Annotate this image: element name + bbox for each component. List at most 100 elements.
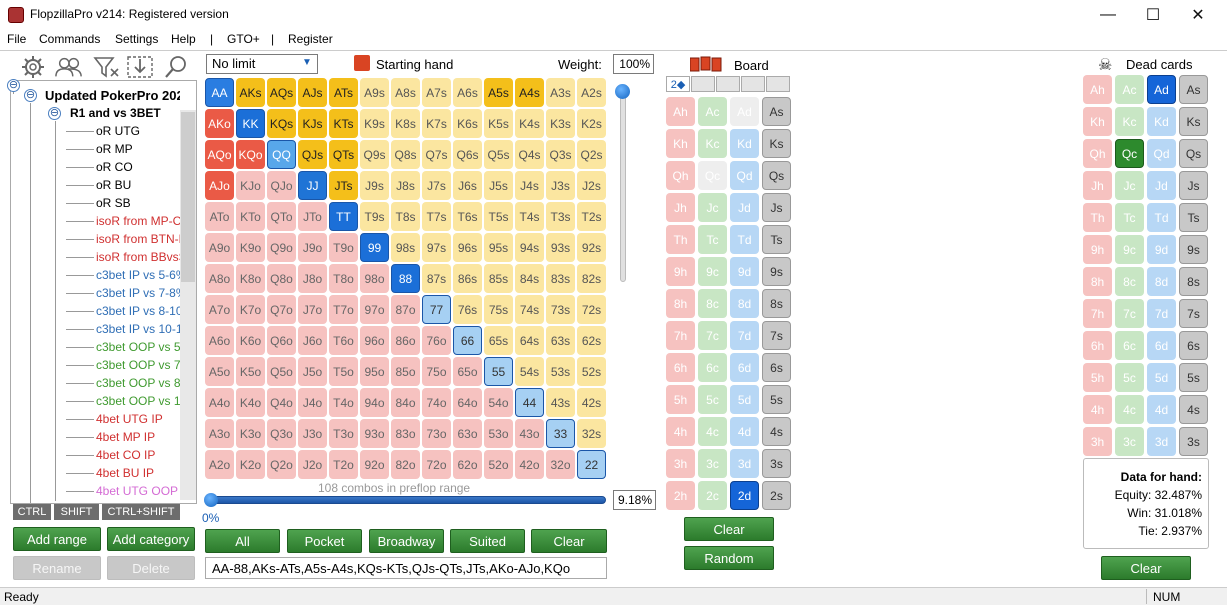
hand-cell-A7o[interactable]: A7o — [205, 295, 234, 324]
hand-cell-85o[interactable]: 85o — [391, 357, 420, 386]
clear-dead-button[interactable]: Clear — [1101, 556, 1191, 580]
hand-cell-T4s[interactable]: T4s — [515, 202, 544, 231]
dead-card-4h[interactable]: 4h — [1083, 395, 1112, 424]
board-card-As[interactable]: As — [762, 97, 791, 126]
board-card-2s[interactable]: 2s — [762, 481, 791, 510]
hand-cell-Q2s[interactable]: Q2s — [577, 140, 606, 169]
dead-card-8s[interactable]: 8s — [1179, 267, 1208, 296]
menu-commands[interactable]: Commands — [39, 32, 100, 46]
hand-cell-J7o[interactable]: J7o — [298, 295, 327, 324]
hand-cell-63o[interactable]: 63o — [453, 419, 482, 448]
maximize-button[interactable]: ☐ — [1130, 0, 1176, 30]
hand-cell-K4s[interactable]: K4s — [515, 109, 544, 138]
tree-item[interactable]: 4bet UTG IP — [96, 412, 180, 426]
board-card-Ts[interactable]: Ts — [762, 225, 791, 254]
hand-cell-T8o[interactable]: T8o — [329, 264, 358, 293]
board-card-Jd[interactable]: Jd — [730, 193, 759, 222]
dead-card-3s[interactable]: 3s — [1179, 427, 1208, 456]
dead-card-5h[interactable]: 5h — [1083, 363, 1112, 392]
hand-cell-J3o[interactable]: J3o — [298, 419, 327, 448]
hand-cell-QQ[interactable]: QQ — [267, 140, 296, 169]
tree-item[interactable]: c3bet OOP vs 5-6 — [96, 340, 180, 354]
tree-collapse-toggle[interactable]: ⊖ — [7, 79, 20, 92]
dead-card-9c[interactable]: 9c — [1115, 235, 1144, 264]
hand-cell-QTs[interactable]: QTs — [329, 140, 358, 169]
hand-cell-97s[interactable]: 97s — [422, 233, 451, 262]
suited-button[interactable]: Suited — [450, 529, 525, 553]
hand-cell-95s[interactable]: 95s — [484, 233, 513, 262]
hand-cell-A9s[interactable]: A9s — [360, 78, 389, 107]
dead-card-4s[interactable]: 4s — [1179, 395, 1208, 424]
users-icon[interactable] — [55, 54, 83, 80]
board-card-Jh[interactable]: Jh — [666, 193, 695, 222]
hand-cell-T5s[interactable]: T5s — [484, 202, 513, 231]
hand-cell-99[interactable]: 99 — [360, 233, 389, 262]
dead-card-Kd[interactable]: Kd — [1147, 107, 1176, 136]
hand-cell-88[interactable]: 88 — [391, 264, 420, 293]
hand-cell-75o[interactable]: 75o — [422, 357, 451, 386]
dead-card-Qh[interactable]: Qh — [1083, 139, 1112, 168]
hand-cell-54o[interactable]: 54o — [484, 388, 513, 417]
tree-item[interactable]: oR CO — [96, 160, 180, 174]
tree-item[interactable]: c3bet IP vs 8-10% — [96, 304, 180, 318]
board-card-7d[interactable]: 7d — [730, 321, 759, 350]
hand-cell-Q3s[interactable]: Q3s — [546, 140, 575, 169]
tree-item[interactable]: 4bet MP IP — [96, 430, 180, 444]
hand-cell-Q7s[interactable]: Q7s — [422, 140, 451, 169]
hand-cell-Q8o[interactable]: Q8o — [267, 264, 296, 293]
range-percent-slider[interactable] — [208, 496, 606, 504]
hand-cell-86o[interactable]: 86o — [391, 326, 420, 355]
hand-cell-AKs[interactable]: AKs — [236, 78, 265, 107]
tree-item[interactable]: c3bet IP vs 7-8% — [96, 286, 180, 300]
hand-cell-K9o[interactable]: K9o — [236, 233, 265, 262]
hand-cell-T9o[interactable]: T9o — [329, 233, 358, 262]
hand-cell-KQs[interactable]: KQs — [267, 109, 296, 138]
hand-cell-J9o[interactable]: J9o — [298, 233, 327, 262]
hand-cell-A8o[interactable]: A8o — [205, 264, 234, 293]
hand-cell-A6o[interactable]: A6o — [205, 326, 234, 355]
hand-cell-Q2o[interactable]: Q2o — [267, 450, 296, 479]
board-card-7c[interactable]: 7c — [698, 321, 727, 350]
hand-cell-86s[interactable]: 86s — [453, 264, 482, 293]
hand-cell-K9s[interactable]: K9s — [360, 109, 389, 138]
board-card-Qc[interactable]: Qc — [698, 161, 727, 190]
hand-cell-92o[interactable]: 92o — [360, 450, 389, 479]
tree-collapse-toggle[interactable]: ⊖ — [24, 89, 37, 102]
hand-cell-T7s[interactable]: T7s — [422, 202, 451, 231]
hand-cell-J4o[interactable]: J4o — [298, 388, 327, 417]
board-card-Ac[interactable]: Ac — [698, 97, 727, 126]
hand-cell-33[interactable]: 33 — [546, 419, 575, 448]
dead-card-5s[interactable]: 5s — [1179, 363, 1208, 392]
tree-root-node[interactable]: Updated PokerPro 2021 — [45, 88, 180, 103]
hand-cell-53o[interactable]: 53o — [484, 419, 513, 448]
hand-cell-83s[interactable]: 83s — [546, 264, 575, 293]
dead-card-6c[interactable]: 6c — [1115, 331, 1144, 360]
hand-cell-A2o[interactable]: A2o — [205, 450, 234, 479]
close-button[interactable]: ✕ — [1175, 0, 1221, 30]
hand-cell-T2o[interactable]: T2o — [329, 450, 358, 479]
hand-cell-52s[interactable]: 52s — [577, 357, 606, 386]
hand-cell-Q5o[interactable]: Q5o — [267, 357, 296, 386]
hand-cell-77[interactable]: 77 — [422, 295, 451, 324]
hand-cell-76o[interactable]: 76o — [422, 326, 451, 355]
hand-cell-94o[interactable]: 94o — [360, 388, 389, 417]
hand-cell-A3s[interactable]: A3s — [546, 78, 575, 107]
dead-card-7c[interactable]: 7c — [1115, 299, 1144, 328]
dead-card-Kh[interactable]: Kh — [1083, 107, 1112, 136]
board-card-6c[interactable]: 6c — [698, 353, 727, 382]
board-card-Tc[interactable]: Tc — [698, 225, 727, 254]
range-percent-input[interactable]: 9.18% — [613, 490, 656, 510]
hand-cell-J2o[interactable]: J2o — [298, 450, 327, 479]
board-card-9s[interactable]: 9s — [762, 257, 791, 286]
dead-card-3h[interactable]: 3h — [1083, 427, 1112, 456]
tree-item[interactable]: oR UTG — [96, 124, 180, 138]
board-card-Th[interactable]: Th — [666, 225, 695, 254]
hand-cell-AKo[interactable]: AKo — [205, 109, 234, 138]
hand-cell-87s[interactable]: 87s — [422, 264, 451, 293]
hand-cell-QTo[interactable]: QTo — [267, 202, 296, 231]
search-icon[interactable] — [162, 54, 190, 80]
board-card-Qd[interactable]: Qd — [730, 161, 759, 190]
hand-cell-55[interactable]: 55 — [484, 357, 513, 386]
hand-cell-62s[interactable]: 62s — [577, 326, 606, 355]
hand-cell-KTo[interactable]: KTo — [236, 202, 265, 231]
